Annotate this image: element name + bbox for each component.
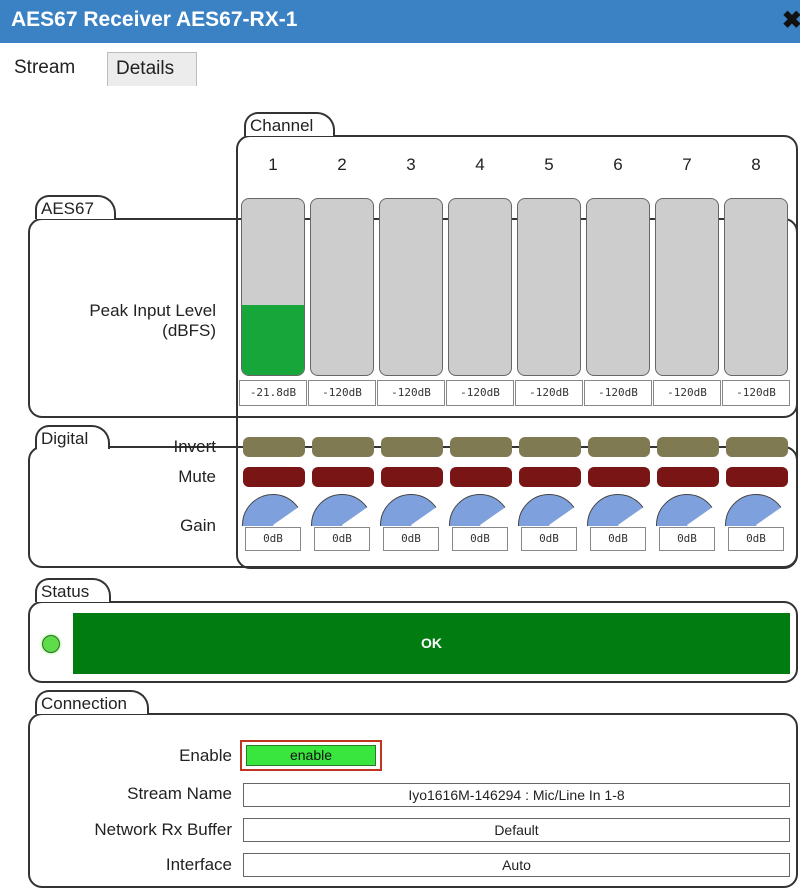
peak-input-level-label: Peak Input Level (dBFS) bbox=[40, 301, 216, 341]
gain-knob[interactable] bbox=[378, 494, 444, 526]
gain-readout[interactable]: 0dB bbox=[245, 527, 301, 551]
window-title: AES67 Receiver AES67-RX-1 bbox=[11, 8, 298, 31]
gain-readout[interactable]: 0dB bbox=[314, 527, 370, 551]
gain-readout[interactable]: 0dB bbox=[452, 527, 508, 551]
peak-level-meter bbox=[379, 198, 443, 376]
peak-level-readout: -120dB bbox=[515, 380, 583, 406]
peak-level-meter bbox=[586, 198, 650, 376]
peak-level-meter bbox=[448, 198, 512, 376]
gain-knob[interactable] bbox=[309, 494, 375, 526]
peak-level-fill bbox=[242, 304, 304, 375]
invert-button[interactable] bbox=[381, 437, 443, 457]
gain-readout[interactable]: 0dB bbox=[590, 527, 646, 551]
status-led-icon bbox=[42, 635, 60, 653]
tab-stream[interactable]: Stream bbox=[6, 52, 106, 86]
invert-button[interactable] bbox=[450, 437, 512, 457]
peak-input-level-line1: Peak Input Level bbox=[89, 301, 216, 320]
mute-button[interactable] bbox=[381, 467, 443, 487]
channel-number: 6 bbox=[613, 155, 623, 174]
peak-input-level-line2: (dBFS) bbox=[162, 321, 216, 340]
gain-knob[interactable] bbox=[585, 494, 651, 526]
peak-level-readout: -120dB bbox=[308, 380, 376, 406]
mute-button[interactable] bbox=[519, 467, 581, 487]
peak-level-readout: -120dB bbox=[722, 380, 790, 406]
gain-readout[interactable]: 0dB bbox=[728, 527, 784, 551]
stream-name-field[interactable]: Iyo1616M-146294 : Mic/Line In 1-8 bbox=[243, 783, 790, 807]
gain-knob[interactable] bbox=[447, 494, 513, 526]
invert-label: Invert bbox=[173, 437, 216, 456]
aes67-group-title: AES67 bbox=[35, 195, 116, 219]
invert-button[interactable] bbox=[726, 437, 788, 457]
peak-level-readout: -21.8dB bbox=[239, 380, 307, 406]
channel-number: 1 bbox=[268, 155, 278, 174]
gain-knob[interactable] bbox=[723, 494, 789, 526]
enable-highlight: enable bbox=[240, 740, 382, 771]
invert-button[interactable] bbox=[243, 437, 305, 457]
invert-button[interactable] bbox=[588, 437, 650, 457]
status-group-title: Status bbox=[35, 578, 112, 602]
invert-button[interactable] bbox=[519, 437, 581, 457]
peak-level-readout: -120dB bbox=[377, 380, 445, 406]
network-rx-buffer-field[interactable]: Default bbox=[243, 818, 790, 842]
gain-knob[interactable] bbox=[654, 494, 720, 526]
mute-button[interactable] bbox=[312, 467, 374, 487]
stream-name-label: Stream Name bbox=[127, 784, 232, 803]
gain-readout[interactable]: 0dB bbox=[383, 527, 439, 551]
peak-level-meter bbox=[724, 198, 788, 376]
mute-button[interactable] bbox=[243, 467, 305, 487]
enable-button[interactable]: enable bbox=[246, 745, 376, 766]
channel-number: 8 bbox=[751, 155, 761, 174]
digital-group-title: Digital bbox=[35, 425, 111, 449]
tab-bar: Stream Details bbox=[0, 43, 800, 87]
gain-readout[interactable]: 0dB bbox=[659, 527, 715, 551]
mute-button[interactable] bbox=[450, 467, 512, 487]
channel-number: 3 bbox=[406, 155, 416, 174]
enable-label: Enable bbox=[179, 746, 232, 765]
mute-button[interactable] bbox=[726, 467, 788, 487]
peak-level-readout: -120dB bbox=[653, 380, 721, 406]
channel-number: 7 bbox=[682, 155, 692, 174]
channel-group-title: Channel bbox=[244, 112, 336, 136]
peak-level-meter bbox=[517, 198, 581, 376]
window-titlebar: AES67 Receiver AES67-RX-1 ✖ bbox=[0, 0, 800, 43]
status-indicator: OK bbox=[73, 613, 790, 674]
connection-group-title: Connection bbox=[35, 690, 150, 714]
gain-label: Gain bbox=[180, 516, 216, 535]
peak-level-meter bbox=[241, 198, 305, 376]
mute-label: Mute bbox=[178, 467, 216, 486]
network-rx-buffer-label: Network Rx Buffer bbox=[94, 820, 232, 839]
peak-level-meter bbox=[655, 198, 719, 376]
mute-button[interactable] bbox=[657, 467, 719, 487]
gain-readout[interactable]: 0dB bbox=[521, 527, 577, 551]
channel-number: 2 bbox=[337, 155, 347, 174]
tab-details[interactable]: Details bbox=[107, 52, 197, 86]
gain-knob[interactable] bbox=[240, 494, 306, 526]
peak-level-meter bbox=[310, 198, 374, 376]
channel-number: 4 bbox=[475, 155, 485, 174]
channel-number: 5 bbox=[544, 155, 554, 174]
gain-knob[interactable] bbox=[516, 494, 582, 526]
peak-level-readout: -120dB bbox=[584, 380, 652, 406]
interface-label: Interface bbox=[165, 855, 232, 874]
mute-button[interactable] bbox=[588, 467, 650, 487]
interface-field[interactable]: Auto bbox=[243, 853, 790, 877]
peak-level-readout: -120dB bbox=[446, 380, 514, 406]
close-icon[interactable]: ✖ bbox=[782, 6, 800, 35]
invert-button[interactable] bbox=[657, 437, 719, 457]
invert-button[interactable] bbox=[312, 437, 374, 457]
